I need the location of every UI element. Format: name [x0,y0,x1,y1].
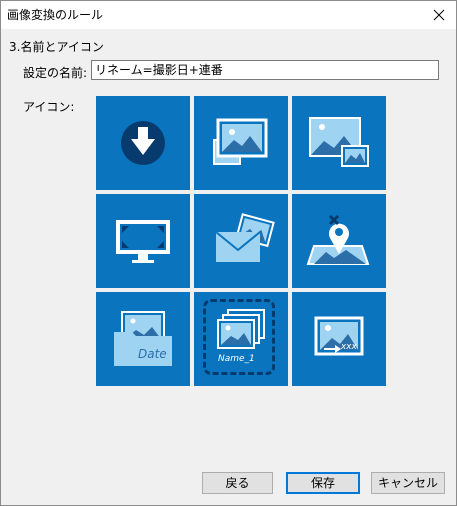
back-button[interactable]: 戻る [202,472,273,494]
close-icon [433,9,445,21]
icon-option-photo-thumbnail[interactable] [292,96,386,190]
name-label: 設定の名前: [23,66,88,80]
icon-option-date-folder[interactable]: Date [96,292,190,386]
icon-option-photo-stack[interactable] [194,96,288,190]
section-title: 3.名前とアイコン [9,40,104,54]
icon-option-photo-extension[interactable]: .xxx [292,292,386,386]
save-button[interactable]: 保存 [286,472,360,494]
date-text: Date [138,347,167,361]
name-stack-icon [217,309,265,349]
icon-grid: Date Name_1 .xxx [96,96,386,386]
photo-stack-icon [213,118,268,165]
date-folder-icon [114,311,172,366]
icon-option-name-stack[interactable]: Name_1 [194,292,288,386]
cancel-button[interactable]: キャンセル [371,472,445,494]
icon-label: アイコン: [23,100,75,114]
icon-option-map-pin[interactable] [292,194,386,288]
photo-extension-icon [314,316,364,356]
map-pin-icon [306,214,370,265]
icon-option-monitor[interactable] [96,194,190,288]
title-bar: 画像変換のルール [1,1,456,29]
dialog-content: 3.名前とアイコン 設定の名前: アイコン: [1,29,456,505]
extension-text: .xxx [338,342,357,352]
window-title: 画像変換のルール [7,8,104,22]
name-text: Name_1 [218,354,255,364]
dialog-window: 画像変換のルール 3.名前とアイコン 設定の名前: アイコン: [0,0,457,506]
icon-option-download[interactable] [96,96,190,190]
monitor-icon [116,220,170,263]
download-icon [121,121,165,165]
close-button[interactable] [422,1,456,29]
icon-option-mail[interactable] [194,194,288,288]
mail-icon [215,213,275,262]
photo-thumbnail-icon [309,117,369,167]
name-input[interactable] [91,60,439,80]
